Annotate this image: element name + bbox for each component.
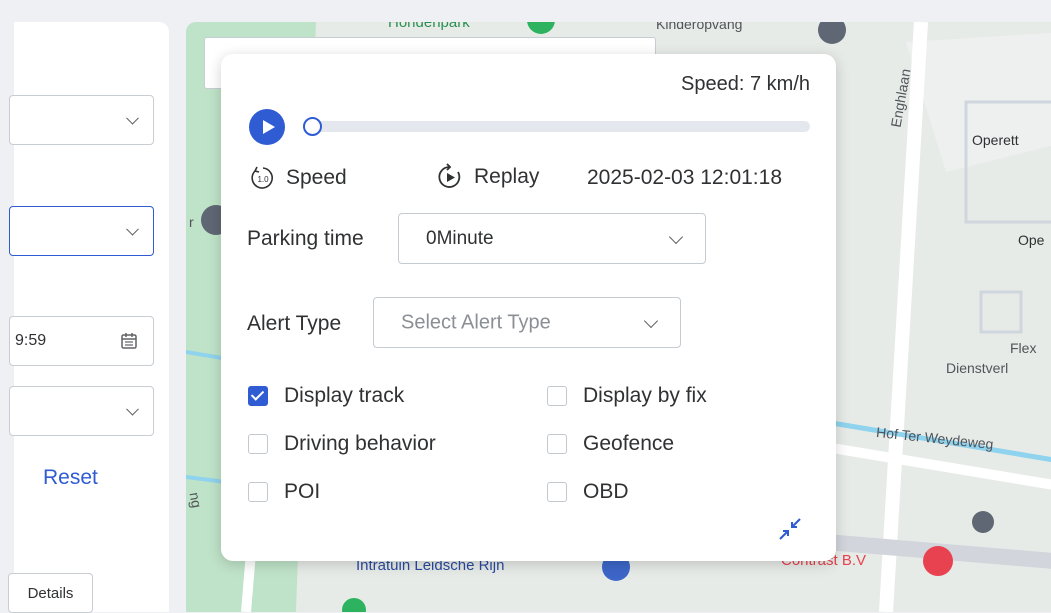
checkbox-geofence[interactable]: Geofence	[547, 432, 674, 456]
map-label-flex: Flex	[1010, 340, 1037, 356]
alert-type-label: Alert Type	[247, 312, 342, 335]
checkbox-label: OBD	[583, 480, 629, 503]
map-label-operette-1: Operett	[972, 132, 1019, 148]
checkbox-poi[interactable]: POI	[248, 480, 320, 504]
checkbox-label: Display track	[284, 384, 405, 407]
replay-label: Replay	[474, 165, 540, 188]
checkbox-label: Driving behavior	[284, 432, 436, 455]
map-label-kinderopvang: Kinderopvang	[656, 22, 743, 32]
speed-control[interactable]: 1.0 Speed	[248, 163, 347, 193]
chevron-down-icon	[668, 229, 684, 244]
filter-select-2[interactable]	[9, 206, 154, 256]
map-label-road-r: r	[189, 214, 194, 230]
date-range-input[interactable]: 9:59	[9, 316, 154, 366]
parking-time-select[interactable]: 0Minute	[398, 213, 706, 264]
svg-text:1.0: 1.0	[257, 175, 269, 184]
chevron-down-icon	[126, 222, 139, 236]
checkbox-box[interactable]	[248, 482, 268, 502]
alert-type-placeholder: Select Alert Type	[401, 311, 551, 333]
chevron-down-icon	[643, 313, 659, 328]
filter-panel: 9:59 Reset Details	[8, 22, 169, 613]
playback-progress-handle[interactable]	[303, 117, 322, 136]
checkbox-display-by-fix[interactable]: Display by fix	[547, 384, 707, 408]
play-icon	[263, 120, 275, 134]
map-label-hondenpark: Hondenpark	[388, 22, 470, 31]
date-end-value: 9:59	[15, 332, 47, 349]
replay-icon	[438, 163, 461, 188]
playback-datetime: 2025-02-03 12:01:18	[587, 166, 782, 189]
map-label-road-ng: ng	[186, 490, 206, 510]
parking-time-value: 0Minute	[426, 227, 494, 249]
details-label: Details	[27, 584, 74, 602]
reset-link[interactable]: Reset	[43, 466, 98, 490]
checkbox-box[interactable]	[547, 386, 567, 406]
checkbox-obd[interactable]: OBD	[547, 480, 629, 504]
checkbox-display-track[interactable]: Display track	[248, 384, 404, 408]
playback-progress-track[interactable]	[305, 121, 810, 132]
chevron-down-icon	[126, 111, 139, 125]
replay-button[interactable]: Replay	[435, 162, 539, 192]
checkbox-box[interactable]	[248, 386, 268, 406]
chevron-down-icon	[126, 402, 139, 416]
details-button[interactable]: Details	[8, 573, 93, 613]
play-button[interactable]	[249, 109, 285, 145]
checkbox-box[interactable]	[248, 434, 268, 454]
checkbox-driving-behavior[interactable]: Driving behavior	[248, 432, 436, 456]
alert-type-select[interactable]: Select Alert Type	[373, 297, 681, 348]
checkbox-box[interactable]	[547, 482, 567, 502]
checkbox-label: Geofence	[583, 432, 675, 455]
checkbox-label: POI	[284, 480, 321, 503]
speed-dial-icon: 1.0	[251, 166, 273, 189]
filter-select-3[interactable]	[9, 386, 154, 436]
checkbox-box[interactable]	[547, 434, 567, 454]
current-speed-text: Speed: 7 km/h	[681, 73, 810, 95]
collapse-icon[interactable]	[775, 514, 805, 544]
map-label-operette-2: Ope	[1018, 232, 1045, 248]
map-label-dienstverl: Dienstverl	[946, 360, 1009, 376]
parking-time-label: Parking time	[247, 227, 364, 250]
track-playback-panel: Speed: 7 km/h 1.0 Speed Replay 2025-02-0…	[221, 54, 836, 561]
checkbox-label: Display by fix	[583, 384, 707, 407]
speed-label: Speed	[286, 166, 347, 189]
filter-select-1[interactable]	[9, 95, 154, 145]
calendar-icon	[121, 333, 137, 349]
